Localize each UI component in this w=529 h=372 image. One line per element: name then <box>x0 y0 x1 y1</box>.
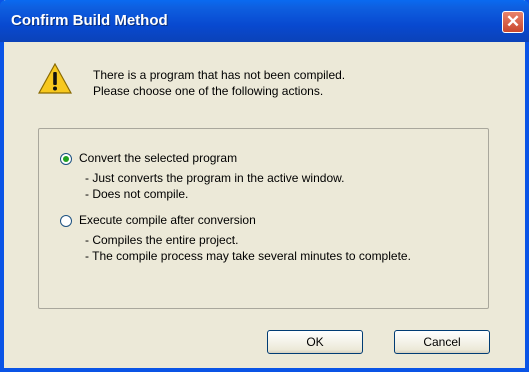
dialog-title: Confirm Build Method <box>11 12 168 29</box>
description-line: - Compiles the entire project. <box>85 233 239 247</box>
option-description: - Just converts the program in the activ… <box>85 170 344 202</box>
radio-dot <box>63 156 69 162</box>
ok-button[interactable]: OK <box>267 330 363 354</box>
option-label[interactable]: Convert the selected program <box>79 151 237 165</box>
option-label[interactable]: Execute compile after conversion <box>79 213 256 227</box>
description-line: - Does not compile. <box>85 187 189 201</box>
message-text: There is a program that has not been com… <box>93 67 345 99</box>
confirm-build-method-dialog: Confirm Build Method ✕ There is a progra… <box>0 0 529 372</box>
warning-icon <box>38 63 72 94</box>
message-line: There is a program that has not been com… <box>93 68 346 82</box>
description-line: - The compile process may take several m… <box>85 249 411 263</box>
option-description: - Compiles the entire project. - The com… <box>85 232 411 264</box>
dialog-body: There is a program that has not been com… <box>4 42 525 368</box>
radio-convert-selected[interactable] <box>60 153 72 165</box>
close-button[interactable]: ✕ <box>502 11 524 33</box>
title-bar[interactable]: Confirm Build Method ✕ <box>0 0 529 42</box>
radio-compile-after-conversion[interactable] <box>60 215 72 227</box>
close-icon: ✕ <box>505 12 521 31</box>
message-line: Please choose one of the following actio… <box>93 84 324 98</box>
build-method-group: Convert the selected program - Just conv… <box>38 128 489 309</box>
cancel-button[interactable]: Cancel <box>394 330 490 354</box>
description-line: - Just converts the program in the activ… <box>85 171 345 185</box>
